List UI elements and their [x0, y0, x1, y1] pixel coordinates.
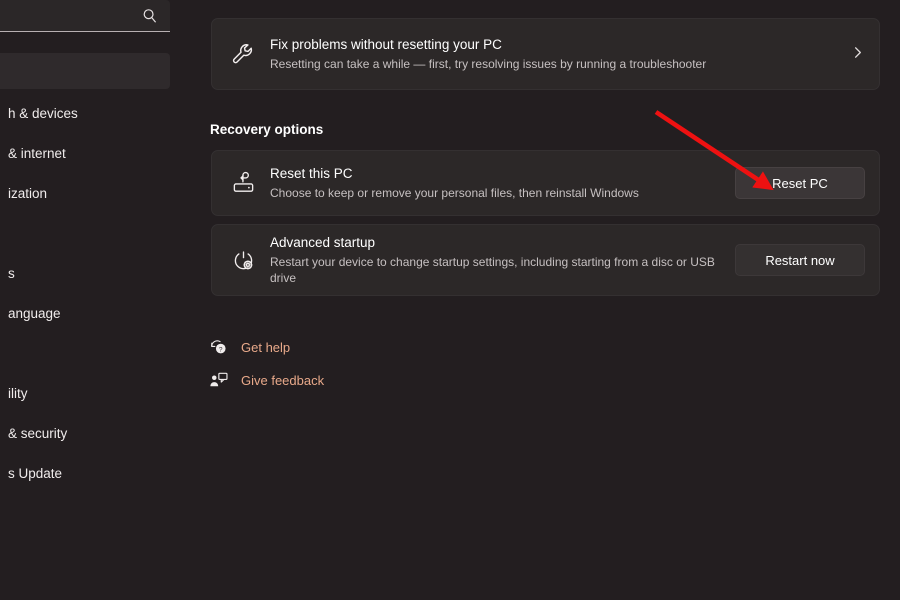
sidebar-item-4[interactable] [0, 215, 170, 251]
restart-now-button[interactable]: Restart now [735, 244, 865, 276]
reset-this-pc-text: Reset this PC Choose to keep or remove y… [270, 165, 735, 201]
reset-this-pc-card[interactable]: Reset this PC Choose to keep or remove y… [211, 150, 880, 216]
reset-this-pc-description: Choose to keep or remove your personal f… [270, 186, 639, 200]
sidebar-item-label: ility [8, 385, 28, 401]
advanced-startup-text: Advanced startup Restart your device to … [270, 234, 735, 286]
get-help-icon: ? [207, 337, 229, 357]
search-input[interactable] [0, 6, 90, 26]
settings-sidebar: h & devices & internet ization s anguage ilit… [0, 0, 170, 600]
footer-link-label[interactable]: Get help [241, 340, 290, 355]
svg-text:?: ? [218, 346, 222, 353]
sidebar-item-6[interactable]: anguage [0, 295, 170, 331]
recovery-options-heading: Recovery options [210, 122, 324, 137]
sidebar-item-label: & internet [8, 145, 66, 161]
search-icon[interactable] [142, 8, 158, 24]
sidebar-item-3[interactable]: ization [0, 175, 170, 211]
wrench-icon [226, 42, 260, 67]
reset-pc-icon [226, 171, 260, 196]
reset-this-pc-title: Reset this PC [270, 166, 353, 181]
sidebar-item-label: s [8, 265, 15, 281]
advanced-startup-card[interactable]: Advanced startup Restart your device to … [211, 224, 880, 296]
advanced-startup-title: Advanced startup [270, 235, 376, 250]
sidebar-item-10[interactable]: s Update [0, 455, 170, 491]
troubleshoot-card-title: Fix problems without resetting your PC [270, 37, 502, 52]
troubleshoot-card[interactable]: Fix problems without resetting your PC R… [211, 18, 880, 90]
sidebar-item-label: ization [8, 185, 48, 201]
sidebar-item-1[interactable]: h & devices [0, 95, 170, 131]
footer-link-label[interactable]: Give feedback [241, 373, 324, 388]
settings-content-pane: Fix problems without resetting your PC R… [170, 0, 900, 600]
sidebar-item-5[interactable]: s [0, 255, 170, 291]
chevron-right-icon[interactable] [835, 45, 879, 64]
troubleshoot-card-text: Fix problems without resetting your PC R… [270, 36, 835, 72]
sidebar-item-0[interactable] [0, 53, 170, 89]
sidebar-item-label: s Update [8, 465, 63, 481]
power-gear-icon [226, 248, 260, 273]
sidebar-item-label: anguage [8, 305, 61, 321]
troubleshoot-card-description: Resetting can take a while — first, try … [270, 57, 707, 71]
search-box[interactable] [0, 0, 170, 32]
sidebar-item-label: & security [8, 425, 68, 441]
sidebar-item-7[interactable] [0, 335, 170, 371]
footer-link-get-help[interactable]: ? Get help [207, 336, 290, 358]
sidebar-item-label: h & devices [8, 105, 78, 121]
sidebar-item-2[interactable]: & internet [0, 135, 170, 171]
sidebar-item-8[interactable]: ility [0, 375, 170, 411]
reset-pc-button[interactable]: Reset PC [735, 167, 865, 199]
sidebar-item-9[interactable]: & security [0, 415, 170, 451]
advanced-startup-description: Restart your device to change startup se… [270, 255, 715, 285]
footer-link-give-feedback[interactable]: Give feedback [207, 369, 324, 391]
give-feedback-icon [207, 370, 229, 390]
